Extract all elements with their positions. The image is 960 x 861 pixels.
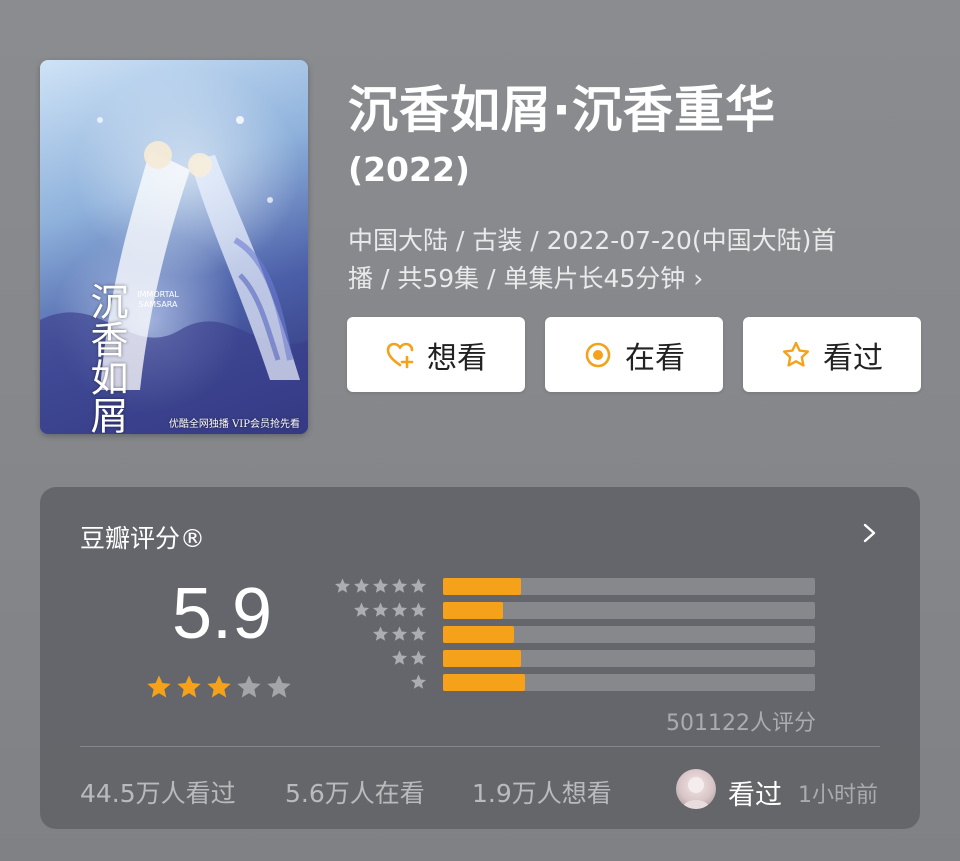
chevron-right-icon: › bbox=[693, 264, 704, 293]
heart-plus-icon bbox=[385, 340, 415, 370]
distribution-track bbox=[443, 626, 815, 643]
distribution-track bbox=[443, 578, 815, 595]
distribution-track bbox=[443, 674, 815, 691]
stat-want[interactable]: 1.9万人想看 bbox=[472, 774, 612, 810]
distribution-row-3 bbox=[336, 623, 821, 643]
distribution-stars bbox=[333, 577, 428, 595]
target-circle-icon bbox=[583, 340, 613, 370]
distribution-track bbox=[443, 650, 815, 667]
distribution-row-2 bbox=[336, 647, 821, 667]
star-icon bbox=[411, 626, 426, 641]
star-icon bbox=[373, 626, 388, 641]
distribution-row-5 bbox=[333, 575, 821, 595]
distribution-row-1 bbox=[336, 671, 821, 691]
distribution-bar bbox=[443, 650, 521, 667]
watched-label: 看过 bbox=[823, 340, 883, 376]
stat-watched[interactable]: 44.5万人看过 bbox=[80, 774, 236, 810]
want-to-watch-button[interactable]: 想看 bbox=[347, 317, 525, 392]
meta-line-1: 中国大陆 / 古装 / 2022-07-20(中国大陆)首 bbox=[348, 226, 837, 255]
distribution-bar bbox=[443, 578, 521, 595]
star-icon bbox=[411, 674, 426, 689]
distribution-stars bbox=[390, 649, 428, 667]
star-icon bbox=[392, 602, 407, 617]
avatar[interactable] bbox=[676, 769, 716, 809]
star-icon bbox=[392, 650, 407, 665]
poster-english-title: IMMORTAL SAMSARA bbox=[137, 290, 179, 309]
poster-image[interactable]: 沉香如屑 IMMORTAL SAMSARA 优酷全网独播 VIP会员抢先看 bbox=[40, 60, 308, 434]
star-icon bbox=[335, 578, 350, 593]
star-icon bbox=[373, 578, 388, 593]
rating-card-title: 豆瓣评分® bbox=[80, 524, 206, 553]
rating-stars bbox=[145, 673, 293, 701]
release-year: (2022) bbox=[348, 150, 471, 189]
poster-caption: 优酷全网独播 VIP会员抢先看 bbox=[168, 419, 300, 430]
star-icon bbox=[354, 602, 369, 617]
star-icon bbox=[411, 602, 426, 617]
star-filled-icon bbox=[147, 675, 171, 698]
meta-info[interactable]: 中国大陆 / 古装 / 2022-07-20(中国大陆)首 播 / 共59集 /… bbox=[348, 222, 908, 298]
watched-button[interactable]: 看过 bbox=[743, 317, 921, 392]
distribution-bar bbox=[443, 602, 503, 619]
chevron-right-icon[interactable] bbox=[860, 515, 880, 551]
poster-calligraphy-title: 沉香如屑 bbox=[84, 282, 128, 434]
distribution-stars bbox=[371, 625, 428, 643]
distribution-stars bbox=[409, 673, 428, 691]
divider bbox=[80, 746, 880, 747]
star-filled-icon bbox=[177, 675, 201, 698]
watching-button[interactable]: 在看 bbox=[545, 317, 723, 392]
meta-line-2: 播 / 共59集 / 单集片长45分钟 › bbox=[348, 260, 908, 298]
user-status: 看过 bbox=[728, 780, 782, 811]
want-to-watch-label: 想看 bbox=[427, 340, 487, 376]
distribution-track bbox=[443, 602, 815, 619]
star-icon bbox=[373, 602, 388, 617]
rating-score: 5.9 bbox=[172, 574, 273, 654]
star-icon bbox=[392, 626, 407, 641]
star-icon bbox=[392, 578, 407, 593]
star-empty-icon bbox=[267, 675, 291, 698]
watching-label: 在看 bbox=[625, 340, 685, 376]
star-empty-icon bbox=[237, 675, 261, 698]
page-title: 沉香如屑·沉香重华 bbox=[348, 81, 776, 139]
star-filled-icon bbox=[207, 675, 231, 698]
distribution-stars bbox=[352, 601, 428, 619]
user-status-time: 1小时前 bbox=[798, 783, 878, 808]
star-icon bbox=[411, 650, 426, 665]
distribution-bar bbox=[443, 626, 514, 643]
stat-watching[interactable]: 5.6万人在看 bbox=[285, 774, 425, 810]
meta-line-2-text: 播 / 共59集 / 单集片长45分钟 bbox=[348, 264, 686, 293]
raters-count: 501122人评分 bbox=[666, 711, 816, 736]
distribution-row-4 bbox=[336, 599, 821, 619]
rating-card[interactable]: 豆瓣评分® 5.9 501122人评分 44.5万人看过 5.6万人在看 1.9… bbox=[40, 487, 920, 829]
star-icon bbox=[354, 578, 369, 593]
star-icon bbox=[411, 578, 426, 593]
distribution-bar bbox=[443, 674, 525, 691]
star-outline-icon bbox=[781, 340, 811, 370]
